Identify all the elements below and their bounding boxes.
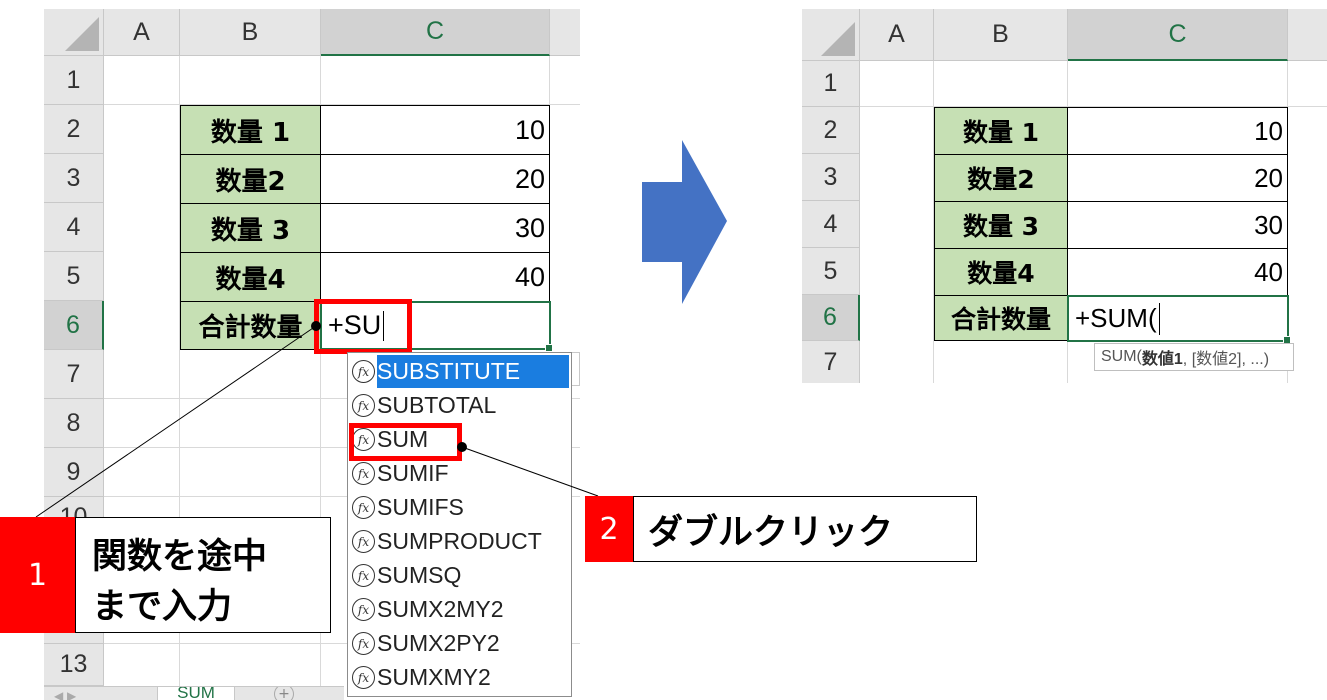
select-all-corner[interactable] — [802, 9, 860, 61]
autocomplete-item-subtotal[interactable]: fx SUBTOTAL — [350, 389, 569, 422]
sheet-tab-bar: ◀ ▶ SUM + — [44, 686, 344, 700]
row-header-4[interactable]: 4 — [44, 203, 104, 252]
column-header-b[interactable]: B — [934, 9, 1068, 61]
label-total-quantity[interactable]: 合計数量 — [180, 301, 321, 350]
label-quantity-1[interactable]: 数量 1 — [180, 105, 321, 155]
value-cell-c4[interactable]: 30 — [320, 203, 550, 253]
tooltip-function-name: SUM( — [1101, 348, 1142, 365]
label-quantity-4[interactable]: 数量4 — [934, 248, 1068, 296]
select-all-corner[interactable] — [44, 9, 104, 56]
autocomplete-item-substitute[interactable]: fx SUBSTITUTE — [350, 355, 569, 388]
value-cell-c3[interactable]: 20 — [320, 154, 550, 204]
step-2-instruction: ダブルクリック — [633, 496, 977, 562]
row-header-1[interactable]: 1 — [802, 61, 860, 107]
column-header-c[interactable]: C — [1068, 9, 1288, 61]
step-1-number: 1 — [0, 517, 75, 633]
column-header-b[interactable]: B — [180, 9, 321, 56]
tooltip-remaining-arguments: , [数値2], ...) — [1182, 351, 1270, 368]
row-header-8[interactable]: 8 — [44, 399, 104, 448]
step-1-line-1: 関数を途中 — [92, 537, 268, 577]
tooltip-current-argument: 数値1 — [1141, 351, 1183, 368]
label-quantity-2[interactable]: 数量2 — [180, 154, 321, 204]
value-cell-c5[interactable]: 40 — [320, 252, 550, 302]
highlight-formula-input — [314, 299, 412, 354]
label-quantity-1[interactable]: 数量 1 — [934, 107, 1068, 155]
value-cell-c4[interactable]: 30 — [1067, 201, 1288, 249]
row-header-6[interactable]: 6 — [44, 301, 104, 350]
autocomplete-side-stub — [572, 352, 580, 386]
label-quantity-3[interactable]: 数量 3 — [180, 203, 321, 253]
fx-icon: fx — [352, 598, 375, 621]
add-sheet-button[interactable]: + — [274, 687, 294, 700]
row-header-2[interactable]: 2 — [44, 105, 104, 154]
label-total-quantity[interactable]: 合計数量 — [934, 295, 1068, 341]
autocomplete-item-sumifs[interactable]: fx SUMIFS — [350, 491, 569, 524]
row-header-1[interactable]: 1 — [44, 56, 104, 105]
row-header-7[interactable]: 7 — [44, 350, 104, 399]
label-quantity-3[interactable]: 数量 3 — [934, 201, 1068, 249]
fx-icon: fx — [352, 564, 375, 587]
fx-icon: fx — [352, 360, 375, 383]
value-cell-c2[interactable]: 10 — [1067, 107, 1288, 155]
row-header-3[interactable]: 3 — [802, 154, 860, 201]
active-cell-c6[interactable]: +SUM( — [1067, 295, 1291, 344]
autocomplete-item-sumx2my2[interactable]: fx SUMX2MY2 — [350, 593, 569, 626]
highlight-sum-item — [349, 423, 462, 461]
fx-icon: fx — [352, 632, 375, 655]
fx-icon: fx — [352, 530, 375, 553]
step-2-number: 2 — [585, 496, 633, 562]
fx-icon: fx — [352, 394, 375, 417]
text-caret — [1158, 302, 1160, 335]
label-quantity-2[interactable]: 数量2 — [934, 154, 1068, 202]
transition-arrow-icon — [642, 140, 727, 304]
value-cell-c2[interactable]: 10 — [320, 105, 550, 155]
sheet-nav-arrows[interactable]: ◀ ▶ — [54, 689, 114, 700]
column-header-a[interactable]: A — [104, 9, 180, 56]
row-header-7[interactable]: 7 — [802, 341, 860, 383]
fx-icon: fx — [352, 666, 375, 689]
row-header-9[interactable]: 9 — [44, 448, 104, 497]
autocomplete-item-sumsq[interactable]: fx SUMSQ — [350, 559, 569, 592]
autocomplete-item-sumx2py2[interactable]: fx SUMX2PY2 — [350, 627, 569, 660]
fx-icon: fx — [352, 462, 375, 485]
autocomplete-item-sumif[interactable]: fx SUMIF — [350, 457, 569, 490]
row-header-6[interactable]: 6 — [802, 295, 860, 341]
function-argument-tooltip[interactable]: SUM( 数値1 , [数値2], ...) — [1094, 343, 1294, 371]
step-1-instruction: 関数を途中 まで入力 — [75, 517, 331, 633]
autocomplete-item-sumproduct[interactable]: fx SUMPRODUCT — [350, 525, 569, 558]
row-header-2[interactable]: 2 — [802, 107, 860, 154]
fx-icon: fx — [352, 496, 375, 519]
function-autocomplete-list[interactable]: fx SUBSTITUTE fx SUBTOTAL fx SUM fx SUMI… — [347, 352, 572, 697]
formula-input-text: +SUM( — [1075, 303, 1157, 333]
value-cell-c5[interactable]: 40 — [1067, 248, 1288, 296]
column-header-a[interactable]: A — [860, 9, 934, 61]
row-header-13[interactable]: 13 — [44, 644, 104, 686]
row-header-5[interactable]: 5 — [44, 252, 104, 301]
row-header-5[interactable]: 5 — [802, 248, 860, 295]
step-1-line-2: まで入力 — [92, 587, 233, 627]
fill-handle[interactable] — [545, 344, 553, 352]
value-cell-c3[interactable]: 20 — [1067, 154, 1288, 202]
column-header-c[interactable]: C — [321, 9, 550, 56]
autocomplete-item-sumxmy2[interactable]: fx SUMXMY2 — [350, 661, 569, 694]
column-header-next[interactable] — [1288, 9, 1327, 61]
sheet-tab-sum[interactable]: SUM — [157, 687, 235, 700]
row-header-4[interactable]: 4 — [802, 201, 860, 248]
column-header-next[interactable] — [550, 9, 580, 56]
label-quantity-4[interactable]: 数量4 — [180, 252, 321, 302]
row-header-3[interactable]: 3 — [44, 154, 104, 203]
